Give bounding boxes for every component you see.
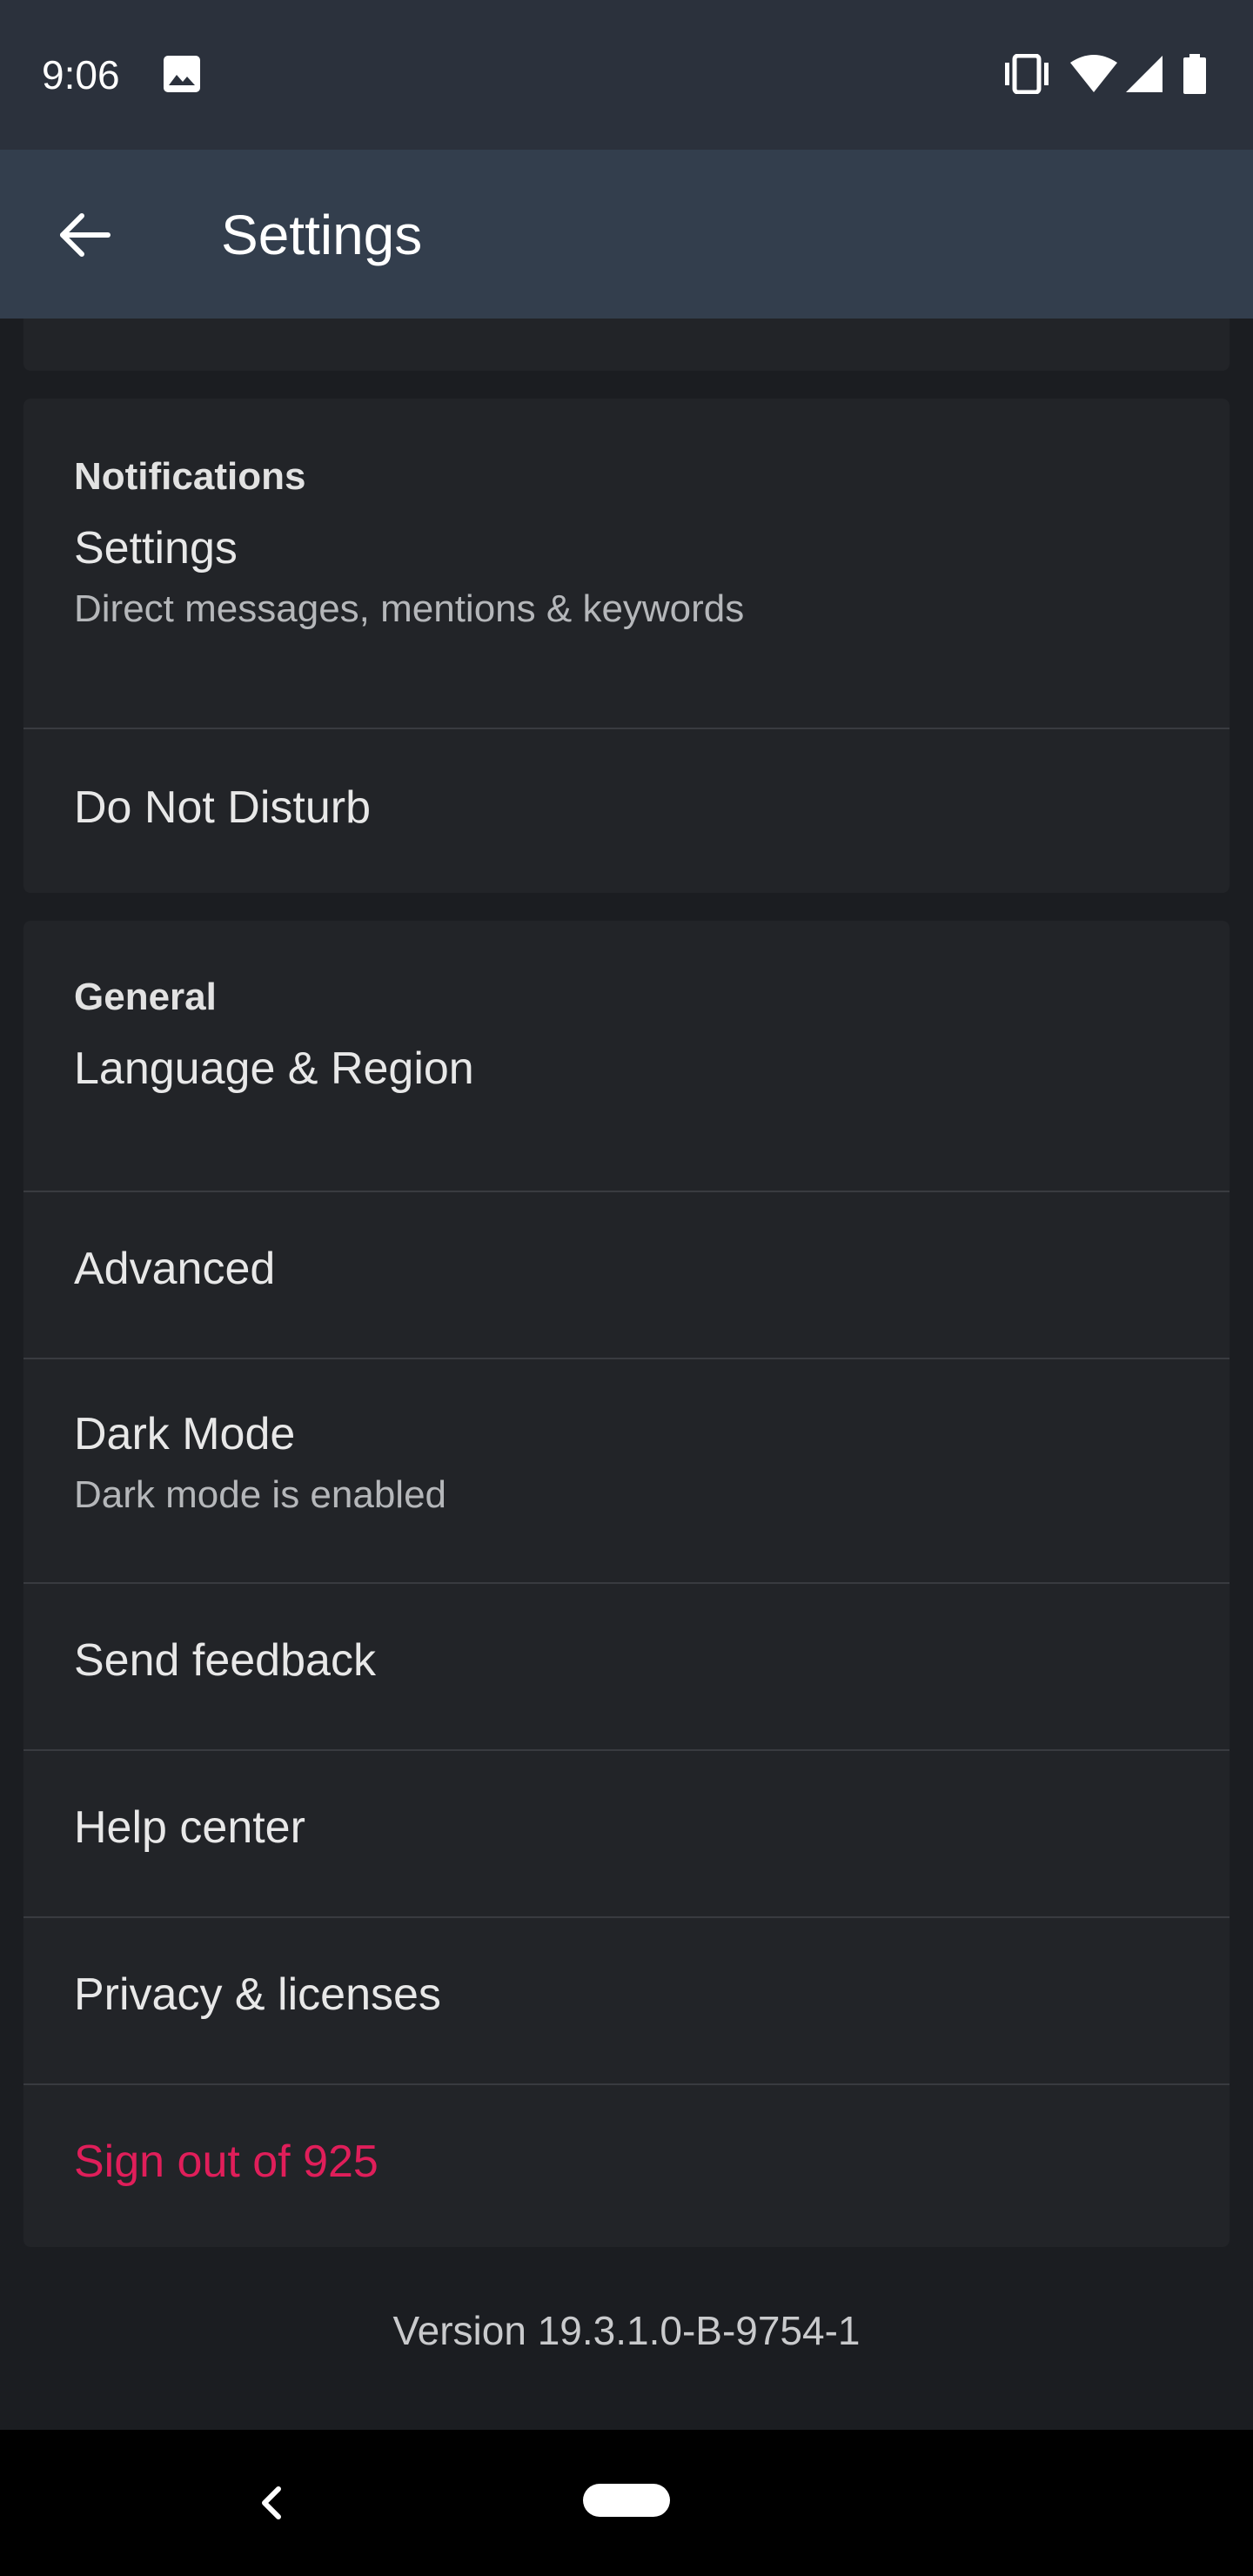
general-card: General Language & Region Advanced Dark … [23, 921, 1230, 2247]
notification-settings-label: Settings [74, 523, 238, 574]
send-feedback-item[interactable]: Send feedback [23, 1584, 1230, 1749]
notification-settings-sub: Direct messages, mentions & keywords [74, 587, 745, 630]
navigation-bar [0, 2430, 1253, 2576]
status-bar: 9:06 [0, 0, 1253, 150]
advanced-item[interactable]: Advanced [23, 1192, 1230, 1358]
notifications-header: Notifications [74, 455, 306, 498]
sign-out-item[interactable]: Sign out of 925 [23, 2085, 1230, 2247]
general-header: General [74, 976, 217, 1018]
dark-mode-label: Dark Mode [74, 1409, 296, 1459]
arrow-left-icon[interactable] [49, 200, 118, 270]
privacy-licenses-label: Privacy & licenses [74, 1969, 441, 2020]
notifications-card: Notifications Settings Direct messages, … [23, 399, 1230, 893]
dark-mode-sub: Dark mode is enabled [74, 1473, 447, 1516]
signal-icon [1124, 54, 1164, 98]
nav-back-icon[interactable] [252, 2473, 291, 2532]
send-feedback-label: Send feedback [74, 1635, 376, 1686]
status-time: 9:06 [42, 52, 120, 97]
do-not-disturb-item[interactable]: Do Not Disturb [23, 729, 1230, 893]
notification-settings-item[interactable]: Settings Direct messages, mentions & key… [23, 520, 1230, 693]
help-center-item[interactable]: Help center [23, 1751, 1230, 1916]
help-center-label: Help center [74, 1802, 305, 1853]
previous-section-card [23, 319, 1230, 371]
do-not-disturb-label: Do Not Disturb [74, 782, 371, 833]
privacy-licenses-item[interactable]: Privacy & licenses [23, 1918, 1230, 2083]
app-bar: Settings [0, 150, 1253, 319]
nav-home-pill[interactable] [583, 2484, 670, 2517]
version-text: Version 19.3.1.0-B-9754-1 [392, 2308, 861, 2353]
language-region-label: Language & Region [74, 1043, 474, 1094]
sign-out-label: Sign out of 925 [74, 2137, 379, 2187]
battery-icon [1182, 54, 1208, 98]
dark-mode-item[interactable]: Dark Mode Dark mode is enabled [23, 1359, 1230, 1582]
vibrate-icon [1001, 53, 1053, 98]
image-icon [162, 54, 202, 98]
page-title: Settings [221, 204, 423, 266]
wifi-icon [1069, 54, 1119, 98]
advanced-label: Advanced [74, 1244, 276, 1294]
